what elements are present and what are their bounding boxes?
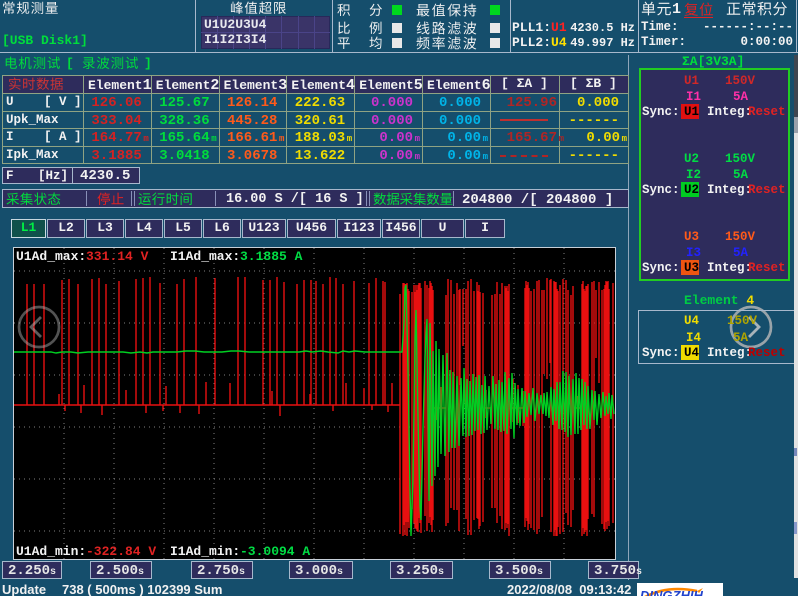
svg-text:DINGZHIH: DINGZHIH (640, 588, 703, 596)
